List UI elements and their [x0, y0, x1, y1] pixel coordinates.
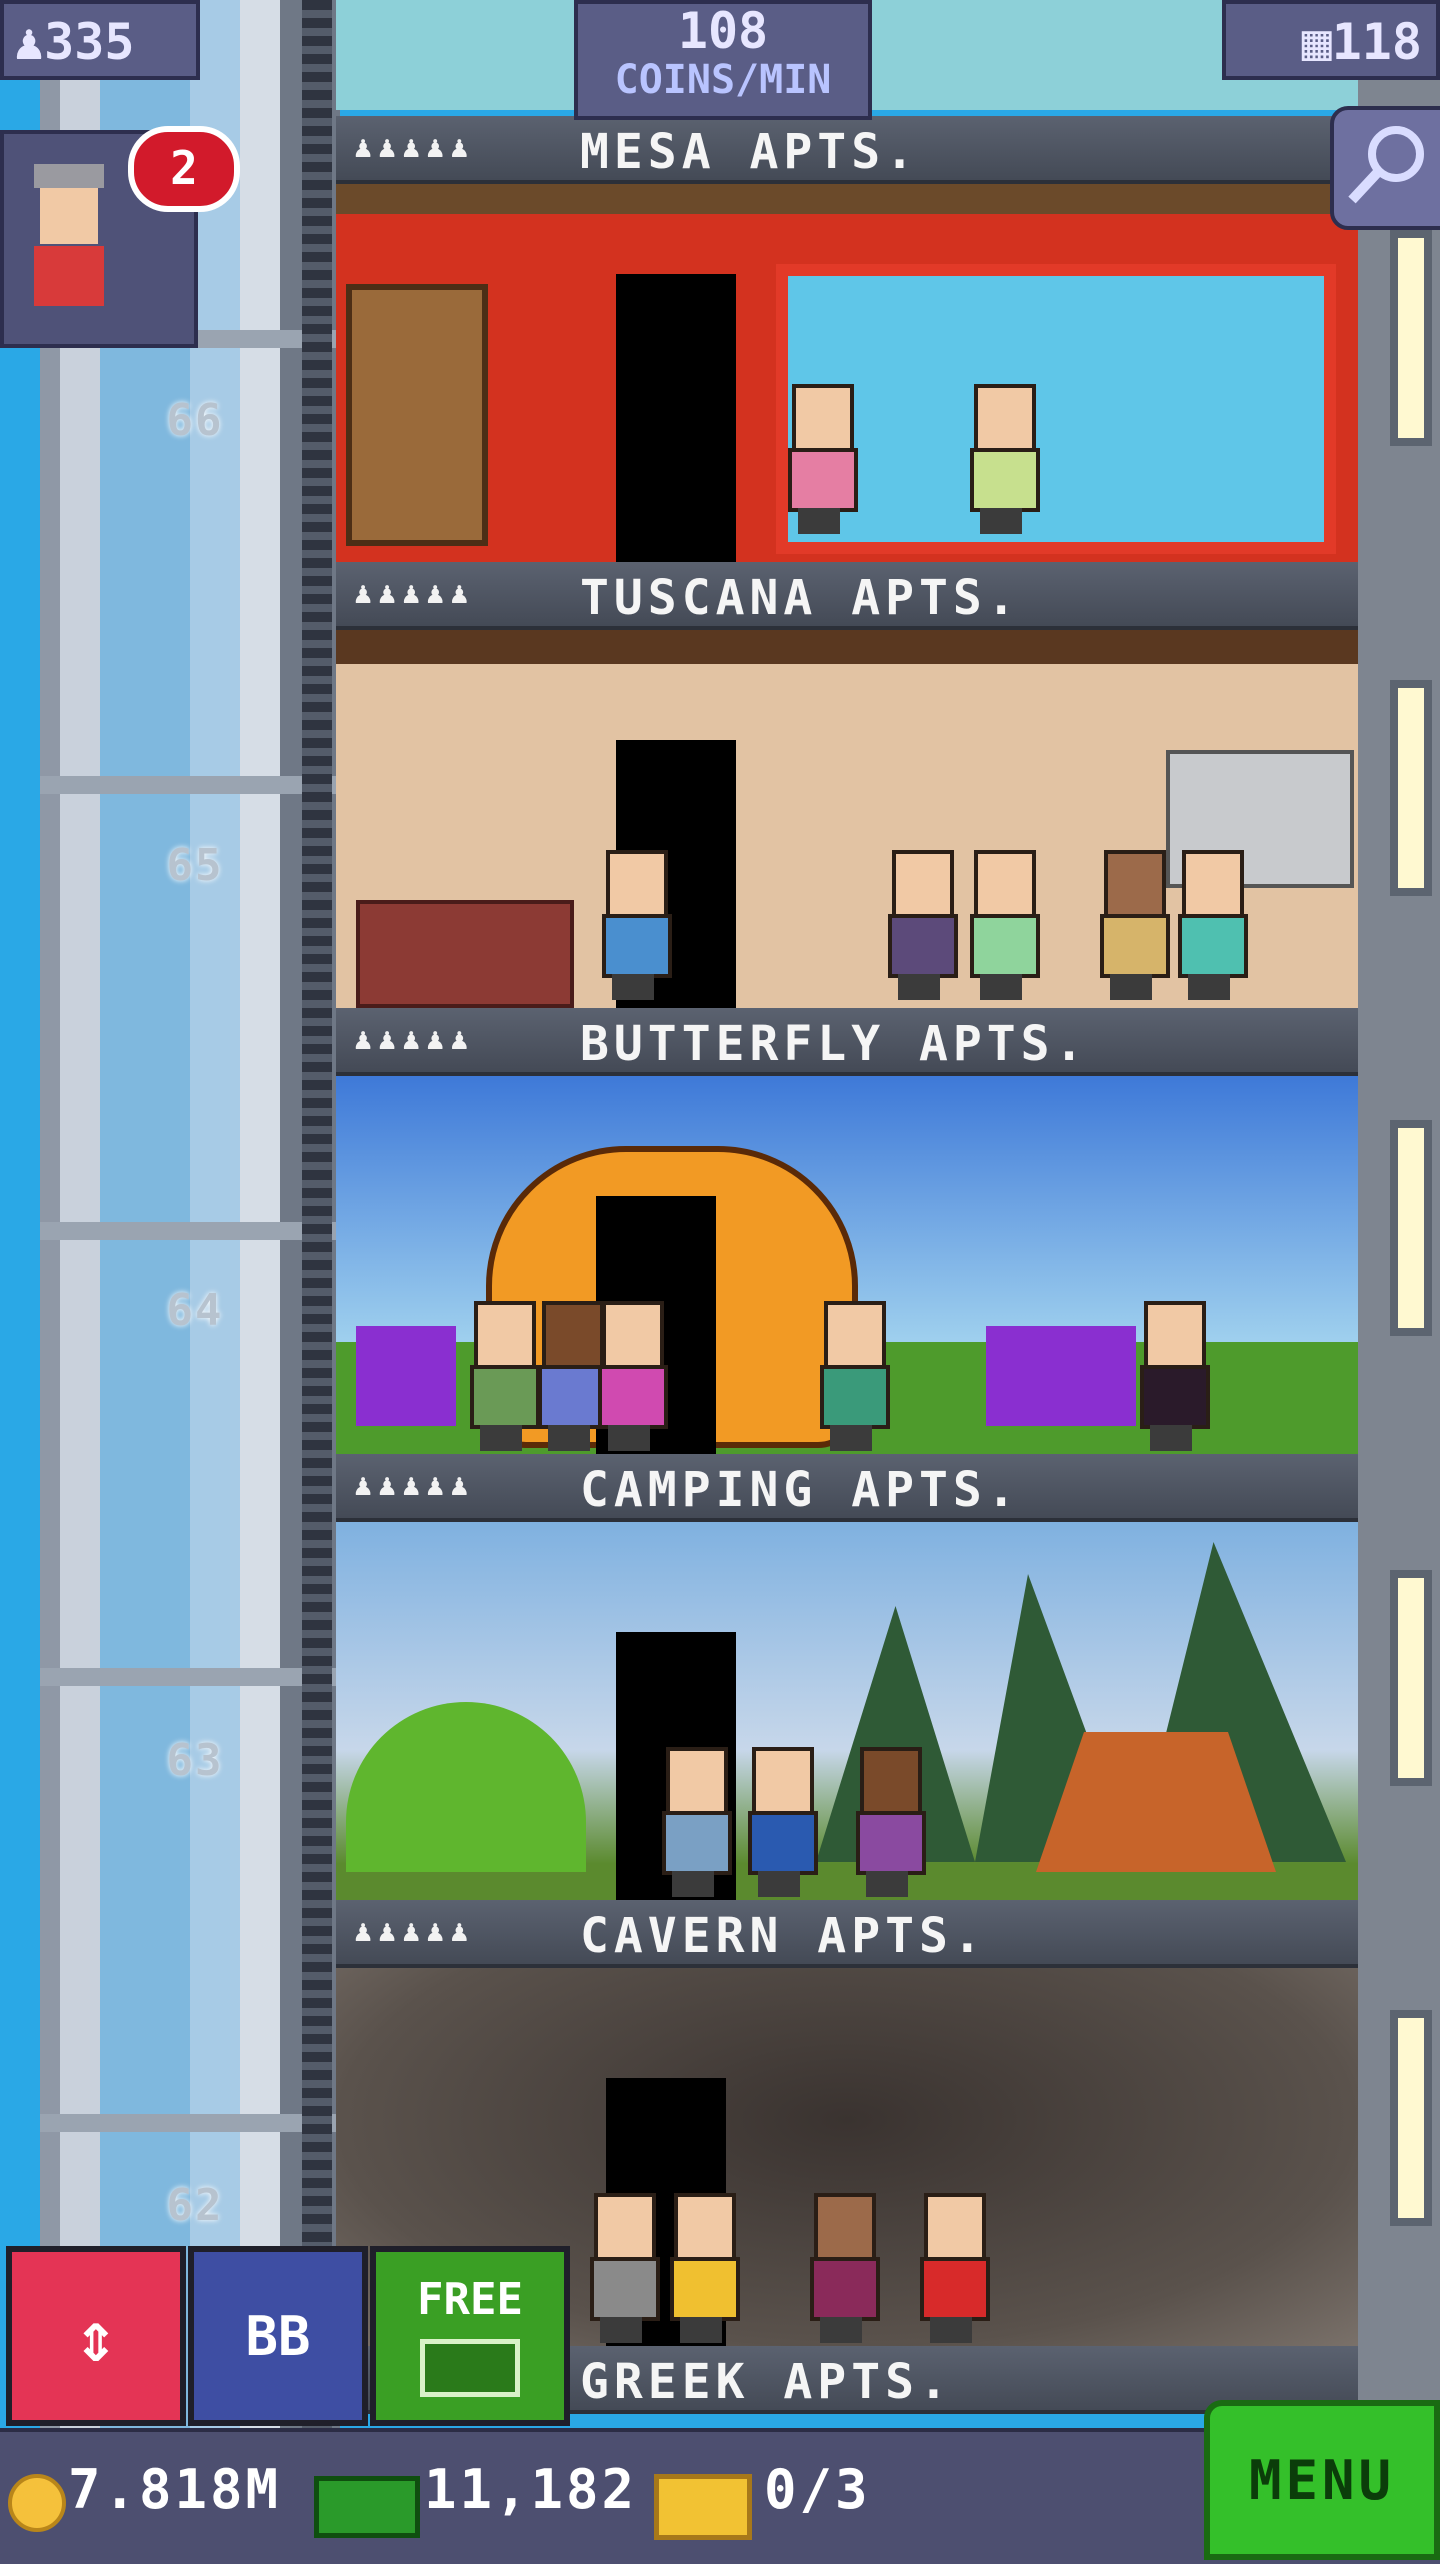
floor-counter[interactable]: ▦118 — [1222, 0, 1440, 80]
tenant[interactable] — [966, 384, 1040, 534]
tenant[interactable] — [666, 2193, 740, 2343]
bookshelf — [346, 284, 488, 546]
shaft-divider — [40, 1222, 340, 1240]
shaft-divider — [40, 776, 340, 794]
ticket-count: 0/3 — [764, 2458, 871, 2521]
tenant[interactable] — [1174, 850, 1248, 1000]
coin-balance: 7.818M — [68, 2458, 282, 2521]
floor-header: ♟♟♟♟♟ CAVERN APTS. — [336, 1900, 1358, 1968]
wall-lamp — [1390, 680, 1432, 896]
population-counter[interactable]: ♟335 — [0, 0, 200, 80]
tenant[interactable] — [466, 1301, 540, 1451]
tenant[interactable] — [884, 850, 958, 1000]
floor-stars: ♟♟♟♟♟ — [354, 576, 475, 611]
purple-chair — [356, 1326, 456, 1426]
floor-header: ♟♟♟♟♟ CAMPING APTS. — [336, 1454, 1358, 1522]
wall-lamp — [1390, 2010, 1432, 2226]
window — [776, 264, 1336, 554]
bux-icon — [314, 2476, 420, 2538]
floor-stars: ♟♟♟♟♟ — [354, 130, 475, 165]
free-bux-button[interactable]: FREE — [370, 2246, 570, 2426]
shaft-floor-number: 63 — [166, 1735, 224, 1786]
green-tent — [346, 1702, 586, 1872]
floor-header: ♟♟♟♟♟ MESA APTS. — [336, 116, 1358, 184]
floor-name: BUTTERFLY APTS. — [580, 1016, 1089, 1072]
tenant[interactable] — [784, 384, 858, 534]
coin-rate-panel: 108 COINS/MIN — [574, 0, 872, 120]
person-icon: ♟ — [14, 13, 45, 71]
room-mesa — [336, 184, 1358, 564]
door — [616, 274, 736, 564]
floor-name: CAMPING APTS. — [580, 1462, 1021, 1518]
bux-icon — [420, 2339, 520, 2397]
golden-ticket-icon — [654, 2474, 752, 2540]
room-tuscana — [336, 630, 1358, 1010]
visitor-count-badge: 2 — [128, 126, 240, 212]
tenant[interactable] — [966, 850, 1040, 1000]
shaft-floor-number: 62 — [166, 2180, 224, 2231]
tenant[interactable] — [816, 1301, 890, 1451]
free-label: FREE — [417, 2274, 523, 2325]
coin-icon — [8, 2474, 66, 2532]
floor-butterfly[interactable]: ♟♟♟♟♟ BUTTERFLY APTS. — [336, 1008, 1358, 1456]
floor-stars: ♟♟♟♟♟ — [354, 1468, 475, 1503]
search-floor-button[interactable] — [1330, 106, 1440, 230]
elevator-shaft[interactable] — [40, 0, 340, 2440]
population-value: 335 — [44, 13, 135, 71]
sofa — [356, 900, 574, 1008]
room-camping — [336, 1522, 1358, 1902]
shaft-floor-number: 64 — [166, 1285, 224, 1336]
coin-rate-unit: COINS/MIN — [614, 57, 832, 103]
floor-header: ♟♟♟♟♟ TUSCANA APTS. — [336, 562, 1358, 630]
tenant[interactable] — [1136, 1301, 1210, 1451]
tenant[interactable] — [586, 2193, 660, 2343]
menu-button[interactable]: MENU — [1204, 2400, 1440, 2560]
tenant[interactable] — [1096, 850, 1170, 1000]
shaft-floor-number: 65 — [166, 840, 224, 891]
floor-count-value: 118 — [1331, 13, 1422, 71]
shaft-divider — [40, 1668, 340, 1686]
floor-stars: ♟♟♟♟♟ — [354, 1914, 475, 1949]
tenant[interactable] — [852, 1747, 926, 1897]
floor-mesa[interactable]: ♟♟♟♟♟ MESA APTS. — [336, 116, 1358, 564]
tenant[interactable] — [594, 1301, 668, 1451]
bitbook-button[interactable]: BB — [188, 2246, 368, 2426]
floor-name: MESA APTS. — [580, 124, 919, 180]
elevator-button[interactable]: ⇕ — [6, 2246, 186, 2426]
tenant[interactable] — [806, 2193, 880, 2343]
building-icon: ▦ — [1301, 13, 1332, 71]
elevator-rail — [302, 0, 332, 2440]
wall-lamp — [1390, 230, 1432, 446]
floor-tuscana[interactable]: ♟♟♟♟♟ TUSCANA APTS. — [336, 562, 1358, 1010]
wall-lamp — [1390, 1120, 1432, 1336]
coin-rate-value: 108 — [677, 2, 769, 60]
purple-sofa — [986, 1326, 1136, 1426]
floor-name: TUSCANA APTS. — [580, 570, 1021, 626]
floor-name: CAVERN APTS. — [580, 1908, 987, 1964]
tenant[interactable] — [658, 1747, 732, 1897]
shaft-floor-number: 66 — [166, 395, 224, 446]
visitor-avatar — [34, 164, 104, 314]
tenant[interactable] — [744, 1747, 818, 1897]
floor-camping[interactable]: ♟♟♟♟♟ CAMPING APTS. — [336, 1454, 1358, 1902]
tenant[interactable] — [916, 2193, 990, 2343]
magnifier-icon — [1348, 126, 1424, 204]
tenant[interactable] — [598, 850, 672, 1000]
room-butterfly — [336, 1076, 1358, 1456]
floor-stars: ♟♟♟♟♟ — [354, 1022, 475, 1057]
wall-lamp — [1390, 1570, 1432, 1786]
shaft-divider — [40, 2114, 340, 2132]
bux-balance: 11,182 — [424, 2458, 638, 2521]
floor-header: ♟♟♟♟♟ BUTTERFLY APTS. — [336, 1008, 1358, 1076]
floor-name: GREEK APTS. — [580, 2354, 953, 2410]
